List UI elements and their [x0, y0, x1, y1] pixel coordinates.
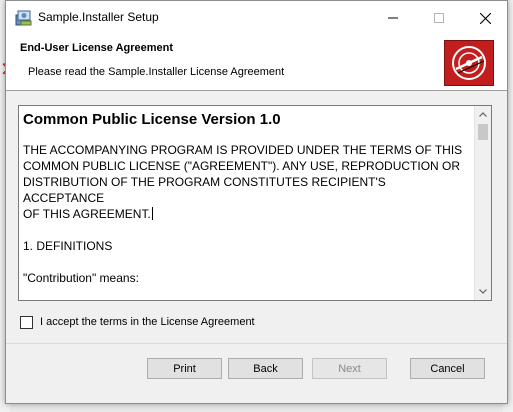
chevron-down-icon [479, 289, 487, 294]
license-paragraph: THE ACCOMPANYING PROGRAM IS PROVIDED UND… [23, 142, 467, 222]
license-definition: "Contribution" means: [23, 271, 139, 285]
license-heading: Common Public License Version 1.0 [23, 111, 281, 128]
accept-terms-checkbox[interactable] [20, 315, 33, 329]
vertical-scrollbar[interactable] [474, 106, 491, 300]
minimize-button[interactable] [370, 1, 416, 35]
installer-icon [15, 9, 33, 27]
license-paragraph-text: THE ACCOMPANYING PROGRAM IS PROVIDED UND… [23, 143, 463, 221]
disc-logo-icon [444, 40, 494, 86]
next-button[interactable]: Next [312, 358, 387, 379]
license-section-heading: 1. DEFINITIONS [23, 239, 113, 253]
accept-terms-label[interactable]: I accept the terms in the License Agreem… [40, 316, 255, 328]
header-banner: End-User License Agreement Please read t… [6, 35, 507, 91]
title-bar[interactable]: Sample.Installer Setup [6, 1, 507, 35]
chevron-up-icon [479, 112, 487, 117]
license-text-box[interactable]: Common Public License Version 1.0 THE AC… [18, 105, 492, 301]
scroll-down-button[interactable] [475, 283, 491, 300]
maximize-icon [434, 13, 444, 23]
maximize-button[interactable] [416, 1, 462, 35]
print-button[interactable]: Print [147, 358, 222, 379]
banner-subtitle: Please read the Sample.Installer License… [28, 66, 285, 78]
license-text: Common Public License Version 1.0 THE AC… [23, 110, 467, 300]
close-icon [479, 12, 491, 24]
banner-title: End-User License Agreement [20, 42, 174, 54]
close-button[interactable] [462, 1, 508, 35]
accept-terms-row[interactable]: I accept the terms in the License Agreem… [20, 314, 255, 330]
text-caret [151, 207, 153, 220]
minimize-icon [388, 17, 398, 19]
footer-divider [6, 343, 507, 344]
scroll-thumb[interactable] [478, 124, 488, 140]
back-button[interactable]: Back [228, 358, 303, 379]
cancel-button[interactable]: Cancel [410, 358, 485, 379]
setup-dialog: Sample.Installer Setup End-User License … [5, 0, 508, 404]
window-title: Sample.Installer Setup [38, 10, 159, 24]
scroll-up-button[interactable] [475, 106, 491, 123]
